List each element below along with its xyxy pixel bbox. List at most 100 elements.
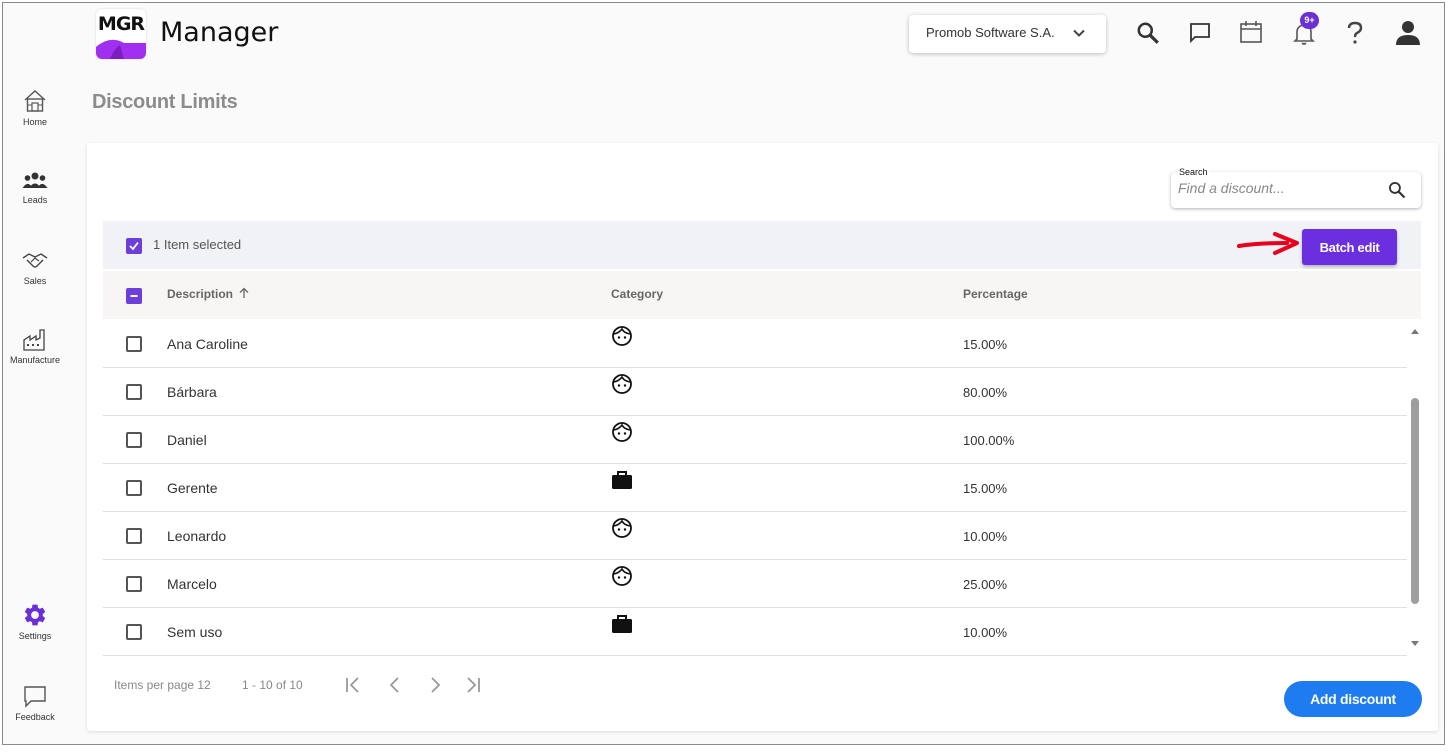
row-checkbox[interactable] xyxy=(126,336,142,352)
row-description: Gerente xyxy=(167,480,218,496)
home-icon xyxy=(24,90,46,112)
face-icon xyxy=(612,566,632,586)
row-category xyxy=(611,325,633,352)
row-description: Sem uso xyxy=(167,624,223,640)
previous-page-icon[interactable] xyxy=(386,676,404,694)
briefcase-icon xyxy=(612,615,632,633)
indeterminate-icon xyxy=(130,295,138,297)
table-row[interactable]: Marcelo 25.00% xyxy=(103,560,1407,608)
sidebar-item-label: Settings xyxy=(18,631,52,641)
company-selector[interactable]: Promob Software S.A. xyxy=(909,15,1106,53)
chat-icon[interactable] xyxy=(1188,21,1212,45)
row-description: Bárbara xyxy=(167,384,217,400)
row-checkbox[interactable] xyxy=(126,624,142,640)
sidebar-item-label: Manufacture xyxy=(9,355,61,365)
column-label: Description xyxy=(167,287,234,301)
table-row[interactable]: Daniel 100.00% xyxy=(103,416,1407,464)
scroll-up-icon[interactable] xyxy=(1410,327,1420,335)
help-icon[interactable] xyxy=(1345,20,1365,46)
row-percentage: 25.00% xyxy=(963,577,1008,592)
sidebar-item-label: Home xyxy=(22,117,47,127)
row-category xyxy=(611,373,633,400)
face-icon xyxy=(612,518,632,538)
sidebar-item-sales[interactable]: Sales xyxy=(3,249,67,286)
row-category xyxy=(611,517,633,544)
discount-card: Search 1 Item selected Batch edit Descri… xyxy=(87,143,1438,731)
row-checkbox[interactable] xyxy=(126,480,142,496)
row-description: Daniel xyxy=(167,432,207,448)
first-page-icon[interactable] xyxy=(344,676,362,694)
notification-badge: 9+ xyxy=(1300,12,1319,29)
row-category xyxy=(611,613,633,640)
sidebar-item-feedback[interactable]: Feedback xyxy=(3,683,67,722)
row-percentage: 15.00% xyxy=(963,337,1008,352)
scrollbar-thumb[interactable] xyxy=(1411,398,1419,604)
search-icon[interactable] xyxy=(1135,20,1161,46)
row-percentage: 100.00% xyxy=(963,433,1015,448)
scroll-down-icon[interactable] xyxy=(1410,640,1420,648)
row-percentage: 10.00% xyxy=(963,529,1008,544)
next-page-icon[interactable] xyxy=(426,676,444,694)
sidebar-item-label: Sales xyxy=(23,276,47,286)
account-icon[interactable] xyxy=(1395,19,1421,47)
row-category xyxy=(611,565,633,592)
factory-icon xyxy=(23,329,45,351)
feedback-icon xyxy=(24,686,46,708)
sidebar-item-manufacture[interactable]: Manufacture xyxy=(3,328,67,365)
face-icon xyxy=(612,326,632,346)
selection-checkbox[interactable] xyxy=(126,238,142,254)
sidebar-item-settings[interactable]: Settings xyxy=(3,602,67,641)
row-description: Ana Caroline xyxy=(167,336,248,352)
sort-arrow-up-icon xyxy=(239,287,249,298)
company-name: Promob Software S.A. xyxy=(926,25,1055,40)
add-discount-button[interactable]: Add discount xyxy=(1284,681,1422,717)
scrollbar[interactable] xyxy=(1407,320,1421,656)
app-title: Manager xyxy=(160,17,279,48)
column-header-percentage[interactable]: Percentage xyxy=(963,287,1028,301)
last-page-icon[interactable] xyxy=(464,676,482,694)
row-category xyxy=(611,469,633,496)
search-input[interactable] xyxy=(1178,180,1378,196)
page-range: 1 - 10 of 10 xyxy=(242,678,303,692)
search-icon[interactable] xyxy=(1387,180,1407,200)
face-icon xyxy=(612,422,632,442)
search-label: Search xyxy=(1178,167,1209,177)
sidebar: Home Leads Sales Manufacture Settings Fe… xyxy=(3,3,67,744)
selection-count: 1 Item selected xyxy=(153,237,242,252)
row-percentage: 15.00% xyxy=(963,481,1008,496)
table-row[interactable]: Sem uso 10.00% xyxy=(103,608,1407,656)
row-checkbox[interactable] xyxy=(126,384,142,400)
face-icon xyxy=(612,374,632,394)
batch-edit-button[interactable]: Batch edit xyxy=(1302,229,1397,265)
app-logo[interactable]: MGR xyxy=(96,9,146,59)
sidebar-item-leads[interactable]: Leads xyxy=(3,170,67,205)
search-box: Search xyxy=(1171,167,1421,208)
row-percentage: 10.00% xyxy=(963,625,1008,640)
table-row[interactable]: Gerente 15.00% xyxy=(103,464,1407,512)
table-body: Ana Caroline 15.00% Bárbara 80.00% Daniel 100… xyxy=(103,320,1407,656)
table-header: Description Category Percentage xyxy=(103,271,1421,319)
row-checkbox[interactable] xyxy=(126,576,142,592)
annotation-arrow xyxy=(1237,232,1299,255)
row-description: Marcelo xyxy=(167,576,217,592)
select-all-checkbox[interactable] xyxy=(126,288,142,304)
briefcase-icon xyxy=(612,471,632,489)
column-header-category[interactable]: Category xyxy=(611,287,663,301)
sidebar-item-home[interactable]: Home xyxy=(3,88,67,127)
app-window: Home Leads Sales Manufacture Settings Fe… xyxy=(2,2,1445,745)
row-percentage: 80.00% xyxy=(963,385,1008,400)
handshake-icon xyxy=(22,253,48,268)
row-checkbox[interactable] xyxy=(126,528,142,544)
row-description: Leonardo xyxy=(167,528,227,544)
page-title: Discount Limits xyxy=(92,91,238,113)
items-per-page[interactable]: Items per page 12 xyxy=(114,678,211,692)
table-row[interactable]: Leonardo 10.00% xyxy=(103,512,1407,560)
row-checkbox[interactable] xyxy=(126,432,142,448)
column-header-description[interactable]: Description xyxy=(167,287,250,301)
calendar-icon[interactable] xyxy=(1239,19,1263,45)
table-row[interactable]: Bárbara 80.00% xyxy=(103,368,1407,416)
row-category xyxy=(611,421,633,448)
table-row[interactable]: Ana Caroline 15.00% xyxy=(103,320,1407,368)
sidebar-item-label: Leads xyxy=(22,195,48,205)
check-icon xyxy=(129,241,139,251)
